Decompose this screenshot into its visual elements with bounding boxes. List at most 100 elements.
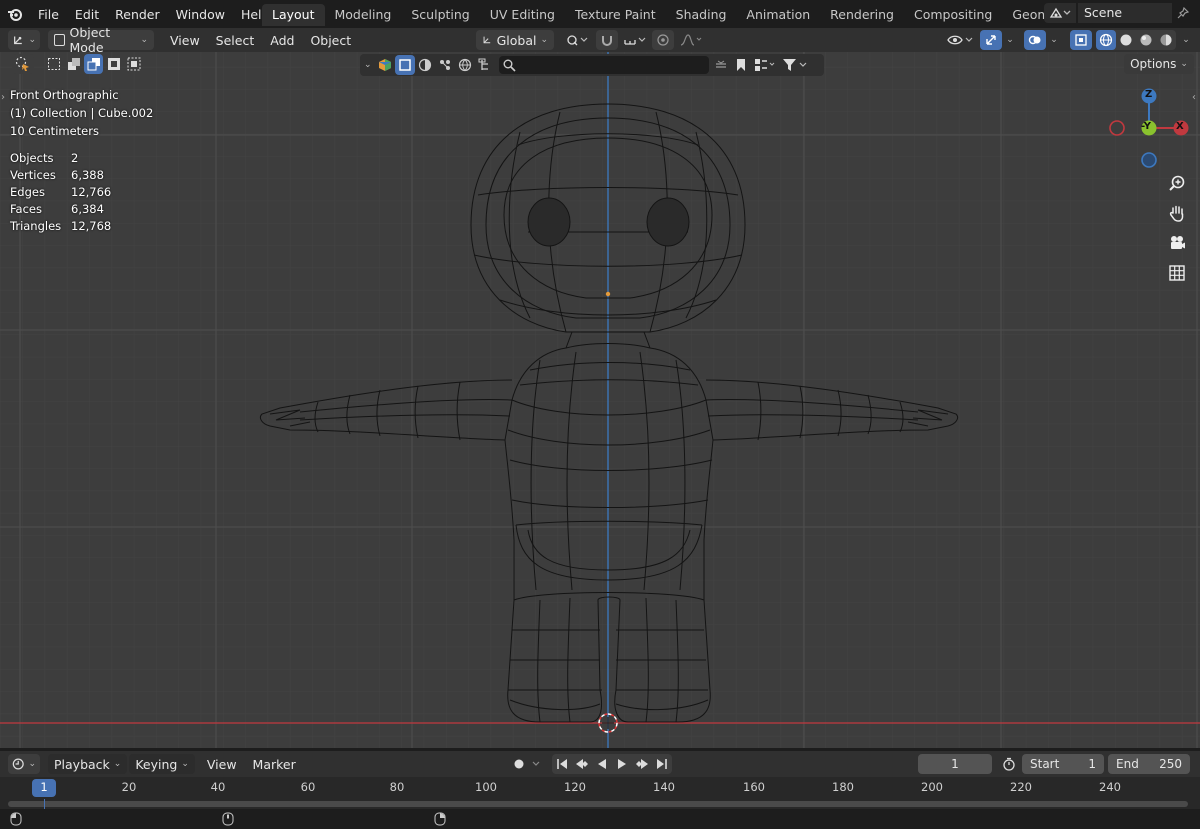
transform-orientation-dropdown[interactable]: Global ⌄ xyxy=(476,30,554,50)
end-value: 250 xyxy=(1159,757,1182,771)
overlays-dropdown[interactable]: ⌄ xyxy=(1046,30,1062,50)
filter-world-button[interactable] xyxy=(455,55,475,75)
menu-render[interactable]: Render xyxy=(107,7,168,22)
select-extend-button[interactable] xyxy=(64,54,83,74)
jump-start-button[interactable] xyxy=(552,754,572,774)
tab-animation[interactable]: Animation xyxy=(736,4,820,26)
tab-texture-paint[interactable]: Texture Paint xyxy=(565,4,666,26)
filter-dropdown[interactable] xyxy=(779,55,811,75)
start-value: 1 xyxy=(1088,757,1096,771)
object-types-icon[interactable] xyxy=(375,55,395,75)
play-reverse-button[interactable] xyxy=(592,754,612,774)
filter-node-button[interactable] xyxy=(435,55,455,75)
shading-dropdown[interactable]: ⌄ xyxy=(1178,30,1194,50)
tab-uv-editing[interactable]: UV Editing xyxy=(480,4,565,26)
camera-view-button[interactable] xyxy=(1164,230,1190,256)
scene-statistics: Objects 2 Vertices 6,388 Edges 12,766 Faces… xyxy=(10,150,111,235)
gizmo-x-label[interactable]: X xyxy=(1176,121,1184,132)
playback-dropdown[interactable]: Playback ⌄ xyxy=(48,754,128,774)
end-frame-field[interactable]: End 250 xyxy=(1108,754,1190,774)
xray-toggle[interactable] xyxy=(1070,30,1092,50)
next-keyframe-button[interactable] xyxy=(632,754,652,774)
preview-range-toggle[interactable] xyxy=(998,754,1020,774)
tab-modeling[interactable]: Modeling xyxy=(325,4,402,26)
scene-icon xyxy=(1049,7,1071,18)
proportional-edit-toggle[interactable] xyxy=(652,30,674,50)
select-subtract-button[interactable] xyxy=(84,54,103,74)
mouse-middle-icon xyxy=(222,812,234,826)
gizmo-dropdown[interactable]: ⌄ xyxy=(1002,30,1018,50)
shading-solid-button[interactable] xyxy=(1116,30,1136,50)
3d-viewport[interactable] xyxy=(0,52,1200,748)
jump-end-button[interactable] xyxy=(652,754,672,774)
overlays-toggle[interactable] xyxy=(1024,30,1046,50)
snap-toggle[interactable] xyxy=(596,30,618,50)
menu-add[interactable]: Add xyxy=(262,33,302,48)
select-intersect-button[interactable] xyxy=(124,54,143,74)
scene-browse-button[interactable] xyxy=(1044,3,1076,23)
options-dropdown[interactable]: Options ⌄ xyxy=(1124,54,1194,74)
menu-edit[interactable]: Edit xyxy=(67,7,107,22)
menu-view[interactable]: View xyxy=(162,33,208,48)
pivot-point-dropdown[interactable] xyxy=(562,30,592,50)
falloff-dropdown[interactable] xyxy=(676,30,706,50)
keying-dropdown[interactable]: Keying ⌄ xyxy=(129,754,195,774)
current-frame-field[interactable]: 1 xyxy=(918,754,992,774)
mode-dropdown[interactable]: Object Mode ⌄ xyxy=(48,25,154,55)
gizmo-y-label[interactable]: -Y xyxy=(1141,121,1151,132)
select-invert-button[interactable] xyxy=(104,54,123,74)
display-mode-dropdown[interactable] xyxy=(751,55,779,75)
sidebar-expand-arrow-icon[interactable]: ‹ xyxy=(1192,92,1196,103)
timeline-editor-type-button[interactable]: ⌄ xyxy=(8,754,40,774)
pan-view-button[interactable] xyxy=(1164,200,1190,226)
start-frame-field[interactable]: Start 1 xyxy=(1022,754,1104,774)
ruler-tick: 100 xyxy=(475,780,497,794)
timeline-menu-marker[interactable]: Marker xyxy=(245,757,304,772)
menu-window[interactable]: Window xyxy=(168,7,233,22)
filter-mesh-button[interactable] xyxy=(394,55,415,75)
playback-label: Playback xyxy=(54,756,110,772)
active-tool-button[interactable] xyxy=(12,54,34,74)
node-icon xyxy=(439,60,450,70)
menu-object[interactable]: Object xyxy=(302,33,359,48)
timeline-menu-view[interactable]: View xyxy=(199,757,245,772)
toolbar-expand-arrow-icon[interactable]: › xyxy=(1,92,5,103)
shading-mode-group xyxy=(1096,30,1176,50)
timeline-ruler[interactable]: 1 20 40 60 80 100 120 140 160 180 200 22… xyxy=(0,777,1200,799)
menu-select[interactable]: Select xyxy=(208,33,263,48)
sort-dropdown[interactable] xyxy=(711,55,731,75)
zoom-view-button[interactable] xyxy=(1164,170,1190,196)
shading-rendered-button[interactable] xyxy=(1156,30,1176,50)
scene-name-field[interactable]: Scene xyxy=(1078,3,1172,23)
orientation-label: Global xyxy=(496,32,537,48)
tab-layout[interactable]: Layout xyxy=(262,4,325,26)
auto-keying-group[interactable] xyxy=(508,754,544,774)
gizmo-toggle[interactable] xyxy=(980,30,1002,50)
ortho-toggle-button[interactable] xyxy=(1164,260,1190,286)
select-new-button[interactable] xyxy=(44,54,63,74)
pin-icon[interactable] xyxy=(1172,3,1194,23)
tab-compositing[interactable]: Compositing xyxy=(904,4,1002,26)
tab-shading[interactable]: Shading xyxy=(666,4,737,26)
editor-type-button[interactable]: ⌄ xyxy=(8,30,40,50)
gizmo-z-label[interactable]: Z xyxy=(1145,89,1152,100)
filter-material-button[interactable] xyxy=(415,55,435,75)
tab-rendering[interactable]: Rendering xyxy=(820,4,904,26)
blender-logo-icon[interactable] xyxy=(0,0,30,28)
scrollbar-thumb[interactable] xyxy=(8,801,1188,807)
snap-target-dropdown[interactable] xyxy=(620,30,650,50)
prev-keyframe-button[interactable] xyxy=(572,754,592,774)
visibility-dropdown[interactable] xyxy=(944,30,976,50)
play-button[interactable] xyxy=(612,754,632,774)
chevron-down-icon[interactable]: ⌄ xyxy=(364,60,372,70)
search-input[interactable] xyxy=(498,56,709,74)
timeline-scrollbar[interactable] xyxy=(0,799,1200,809)
bookmark-button[interactable] xyxy=(731,55,751,75)
shading-wireframe-button[interactable] xyxy=(1096,30,1116,50)
xray-icon xyxy=(1075,34,1087,46)
scene-selector[interactable]: Scene xyxy=(1044,3,1194,23)
menu-file[interactable]: File xyxy=(30,7,67,22)
filter-hierarchy-button[interactable] xyxy=(475,55,495,75)
shading-material-button[interactable] xyxy=(1136,30,1156,50)
tab-sculpting[interactable]: Sculpting xyxy=(401,4,479,26)
